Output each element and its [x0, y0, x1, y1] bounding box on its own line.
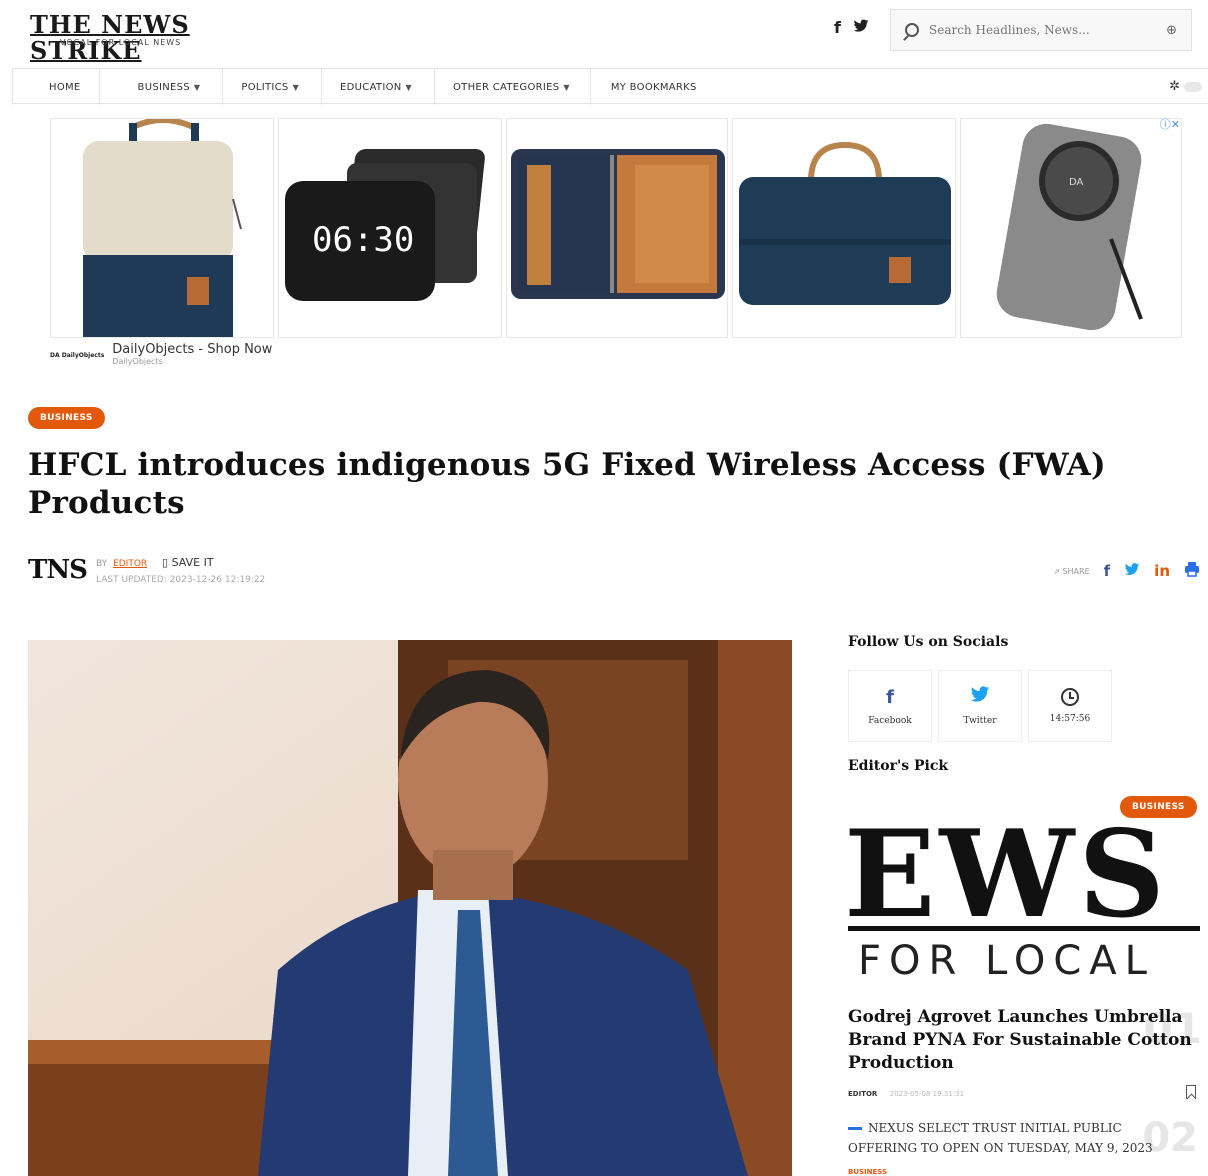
crosshair-icon[interactable]: ⊕: [1166, 23, 1177, 38]
author-avatar: TNS: [28, 555, 88, 585]
by-label: BY: [96, 559, 108, 569]
editors-pick-title: Editor's Pick: [848, 758, 949, 774]
twitter-icon[interactable]: [853, 18, 869, 37]
byline: TNS BY EDITOR ▯ SAVE IT LAST UPDATED: 20…: [28, 555, 1200, 591]
save-it-button[interactable]: ▯ SAVE IT: [162, 556, 214, 569]
ad-product-clock[interactable]: 06:30: [278, 118, 502, 338]
ad-product-laptop-bag[interactable]: [732, 118, 956, 338]
byline-meta: BY EDITOR ▯ SAVE IT: [96, 556, 214, 569]
header-social: f: [834, 18, 869, 37]
nav-label: BUSINESS: [137, 81, 190, 93]
facebook-icon[interactable]: f: [834, 18, 841, 37]
clock-icon: [1061, 688, 1079, 706]
ad-footer[interactable]: DA DailyObjects DailyObjects - Shop Now …: [50, 342, 272, 366]
site-logo[interactable]: THE NEWS STRIKE VOCAL FOR LOCAL NEWS: [30, 12, 230, 64]
facebook-share-icon[interactable]: f: [1104, 562, 1111, 580]
main-nav: HOME BUSINESS ▼ POLITICS ▼ EDUCATION ▼ OTHE…: [12, 68, 1208, 105]
category-badge[interactable]: BUSINESS: [28, 407, 105, 429]
share-label: ⇗ SHARE: [1053, 567, 1089, 576]
share-bar: ⇗ SHARE f in: [1053, 561, 1200, 581]
power-bank-logo: DA: [1069, 177, 1084, 188]
ad-banner[interactable]: 06:30 DA ⓘ✕ DA DailyObjects DailyObjects…: [50, 116, 1182, 378]
pick-category-badge[interactable]: BUSINESS: [1120, 796, 1197, 818]
nav-item-politics[interactable]: POLITICS ▼: [222, 69, 321, 105]
search-icon: [905, 23, 919, 37]
nav-item-home[interactable]: HOME: [12, 69, 99, 105]
theme-toggle[interactable]: ✲: [1169, 79, 1202, 94]
ad-product-backpack[interactable]: [50, 118, 274, 338]
pick-author[interactable]: EDITOR: [848, 1090, 877, 1098]
ad-product-power-bank[interactable]: DA: [960, 118, 1182, 338]
second-title[interactable]: NEXUS SELECT TRUST INITIAL PUBLIC OFFERI…: [848, 1118, 1178, 1158]
nav-item-other-categories[interactable]: OTHER CATEGORIES ▼: [434, 69, 590, 105]
facebook-follow[interactable]: f Facebook: [848, 670, 932, 742]
clock-display: 06:30: [312, 220, 414, 260]
dash-icon: [848, 1127, 862, 1130]
ad-brand-link[interactable]: DailyObjects - Shop Now: [112, 342, 272, 357]
nav-label: OTHER CATEGORIES: [453, 81, 560, 93]
share-text: SHARE: [1062, 566, 1090, 576]
sun-icon: ✲: [1169, 79, 1180, 94]
share-icon: ⇗: [1053, 566, 1060, 576]
nav-label: EDUCATION: [340, 81, 402, 93]
article-title: HFCL introduces indigenous 5G Fixed Wire…: [28, 447, 1106, 521]
pick-title[interactable]: Godrej Agrovet Launches Umbrella Brand P…: [848, 1006, 1200, 1075]
follow-title: Follow Us on Socials: [848, 634, 1009, 650]
nav-item-business[interactable]: BUSINESS ▼: [98, 69, 223, 105]
search-input[interactable]: [929, 23, 1167, 37]
ad-brand-sub: DailyObjects: [112, 357, 163, 366]
search-bar[interactable]: ⊕: [890, 9, 1192, 51]
twitter-share-icon[interactable]: [1124, 562, 1140, 580]
chevron-down-icon: ▼: [193, 82, 201, 92]
nav-label: HOME: [49, 81, 81, 93]
nav-item-education[interactable]: EDUCATION ▼: [321, 69, 434, 105]
pick-date: 2023-05-08 19:31:31: [889, 1090, 965, 1098]
editors-pick-image[interactable]: EWS S FOR LOCAL: [848, 796, 1200, 982]
second-title-text: NEXUS SELECT TRUST INITIAL PUBLIC OFFERI…: [848, 1121, 1153, 1155]
print-icon[interactable]: [1184, 561, 1200, 581]
linkedin-share-icon[interactable]: in: [1154, 562, 1170, 580]
save-label: SAVE IT: [171, 556, 214, 569]
clock-time: 14:57:56: [1049, 714, 1091, 724]
social-label: Facebook: [868, 715, 912, 726]
bookmark-icon: ▯: [162, 556, 169, 569]
toggle-track: [1184, 81, 1202, 92]
article-hero-image: [28, 640, 792, 1176]
chevron-down-icon: ▼: [292, 82, 300, 92]
ad-product-organizer[interactable]: [506, 118, 728, 338]
facebook-icon: f: [886, 686, 894, 708]
nav-item-my-bookmarks[interactable]: MY BOOKMARKS: [589, 69, 715, 105]
last-updated: LAST UPDATED: 2023-12-26 12:19:22: [96, 575, 266, 585]
author-link[interactable]: EDITOR: [113, 559, 147, 569]
pick-image-text: EWS S: [848, 804, 1200, 945]
pick-meta: EDITOR 2023-05-08 19:31:31: [848, 1090, 964, 1098]
site-header: THE NEWS STRIKE VOCAL FOR LOCAL NEWS f ⊕: [0, 0, 1208, 66]
twitter-icon: [970, 686, 990, 708]
pick-image-text-bottom: FOR LOCAL: [858, 938, 1155, 982]
second-category[interactable]: BUSINESS: [848, 1168, 887, 1176]
nav-label: MY BOOKMARKS: [610, 81, 697, 93]
logo-tagline: VOCAL FOR LOCAL NEWS: [60, 38, 182, 47]
bookmark-icon[interactable]: [1186, 1085, 1196, 1099]
ad-close-icon[interactable]: ⓘ✕: [1160, 116, 1180, 132]
clock-widget: 14:57:56: [1028, 670, 1112, 742]
chevron-down-icon: ▼: [405, 82, 412, 92]
chevron-down-icon: ▼: [563, 82, 570, 92]
twitter-follow[interactable]: Twitter: [938, 670, 1022, 742]
ad-brand-logo: DA DailyObjects: [50, 352, 105, 359]
nav-label: POLITICS: [241, 81, 289, 93]
social-label: Twitter: [963, 716, 997, 726]
